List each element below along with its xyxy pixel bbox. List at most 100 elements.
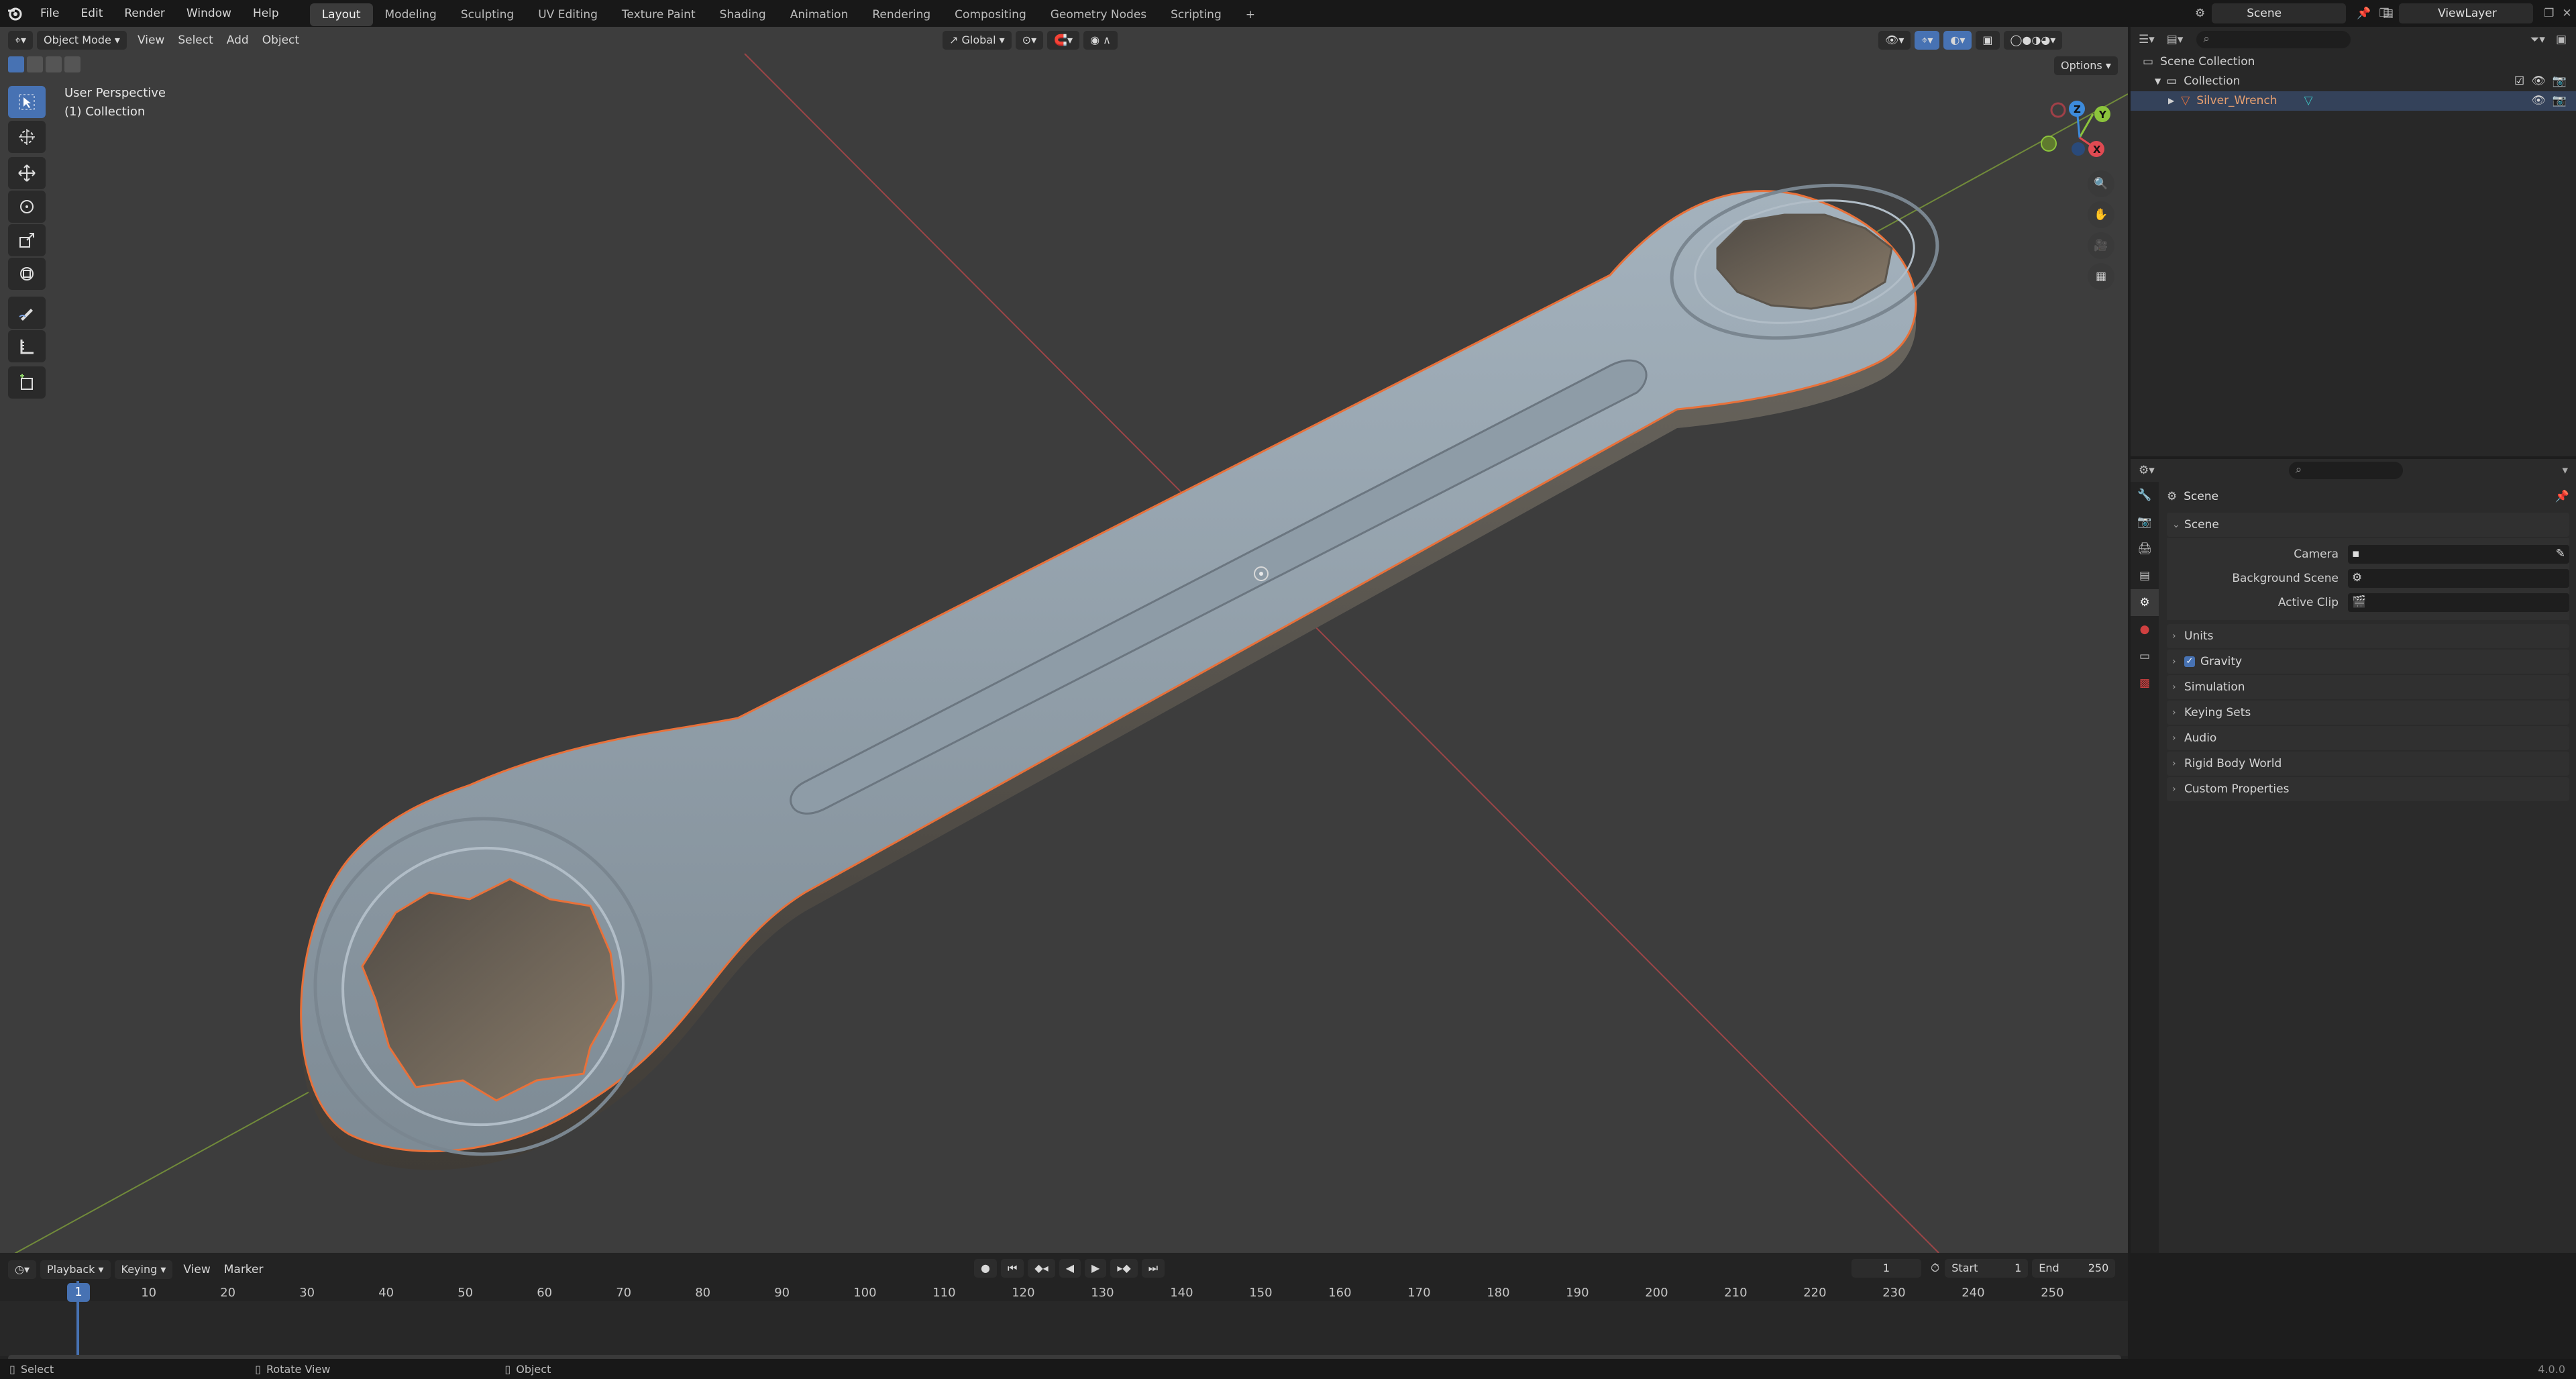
view-layer-name[interactable]: ViewLayer [2399, 3, 2534, 23]
exclude-checkbox-icon[interactable]: ☑ [2514, 72, 2524, 91]
menu-render[interactable]: Render [113, 0, 176, 27]
prev-keyframe-icon[interactable]: ◆◂ [1028, 1259, 1055, 1278]
add-workspace-icon[interactable]: + [1234, 3, 1267, 26]
play-icon[interactable]: ▶ [1085, 1259, 1107, 1278]
select-new-icon[interactable] [8, 56, 24, 72]
options-dropdown[interactable]: Options ▾ [2054, 56, 2122, 75]
viewport-menu-select[interactable]: Select [171, 31, 219, 50]
tab-output-icon[interactable]: 🖨 [2131, 535, 2159, 562]
jump-start-icon[interactable]: ⏮ [1000, 1259, 1024, 1278]
new-view-layer-icon[interactable]: ❐ [2544, 7, 2554, 20]
gravity-checkbox-icon[interactable]: ✓ [2184, 656, 2195, 667]
tab-texture-paint[interactable]: Texture Paint [610, 3, 708, 26]
visibility-eye-icon[interactable]: 👁 [2531, 91, 2546, 111]
menu-window[interactable]: Window [176, 0, 242, 27]
panel-keying-sets[interactable]: › Keying Sets [2167, 701, 2569, 725]
visibility-eye-icon[interactable]: 👁 [2531, 72, 2546, 91]
timeline-editor-icon[interactable]: ◷▾ [8, 1260, 36, 1279]
tab-modeling[interactable]: Modeling [373, 3, 449, 26]
play-reverse-icon[interactable]: ◀ [1059, 1259, 1081, 1278]
render-camera-icon[interactable]: 📷 [2553, 91, 2567, 111]
tab-texture-icon[interactable]: ▩ [2131, 670, 2159, 697]
display-mode-icon[interactable]: ▤▾ [2167, 33, 2184, 46]
outliner-row-collection[interactable]: ▼ ▭ Collection ☑ 👁 📷 [2131, 72, 2576, 91]
expand-arrow-icon[interactable]: ▶ [2168, 91, 2174, 111]
outliner-search[interactable]: ⌕ [2196, 31, 2351, 48]
properties-editor-icon[interactable]: ⚙▾ [2139, 464, 2155, 477]
camera-field[interactable]: ▪ ✎ [2348, 545, 2569, 564]
panel-gravity[interactable]: › ✓ Gravity [2167, 650, 2569, 674]
panel-scene-header[interactable]: ⌄ Scene [2167, 513, 2569, 537]
viewport-menu-object[interactable]: Object [256, 31, 306, 50]
scene-name[interactable]: Scene [2212, 3, 2347, 23]
tab-uv-editing[interactable]: UV Editing [526, 3, 610, 26]
outliner-editor-icon[interactable]: ☰▾ [2139, 33, 2155, 46]
proportional-edit-icon[interactable]: ◉ ∧ [1083, 31, 1118, 50]
tab-sculpting[interactable]: Sculpting [449, 3, 526, 26]
transform-tool-icon[interactable] [8, 258, 46, 290]
next-keyframe-icon[interactable]: ▸◆ [1110, 1259, 1138, 1278]
timeline-menu-view[interactable]: View [176, 1260, 217, 1279]
tab-scene-icon[interactable]: ⚙ [2131, 589, 2159, 616]
blender-logo-icon[interactable] [0, 0, 30, 27]
panel-simulation[interactable]: › Simulation [2167, 675, 2569, 699]
rotate-tool-icon[interactable] [8, 191, 46, 223]
overlay-toggle-icon[interactable]: ◐▾ [1943, 31, 1972, 50]
pin-icon[interactable]: 📌 [2357, 7, 2371, 20]
keying-menu[interactable]: Keying ▾ [114, 1260, 173, 1279]
tab-scripting[interactable]: Scripting [1159, 3, 1234, 26]
editor-type-icon[interactable]: ⌖▾ [8, 31, 34, 50]
add-cube-tool-icon[interactable] [8, 366, 46, 399]
tab-tool-icon[interactable]: 🔧 [2131, 482, 2159, 509]
scene-selector[interactable]: ⚙ Scene 📌 ❐ ✕ [2195, 3, 2407, 24]
pivot-icon[interactable]: ⊙▾ [1015, 31, 1044, 50]
shading-modes-icon[interactable]: ◯●◑◕▾ [2003, 31, 2063, 50]
properties-search[interactable]: ⌕ [2288, 462, 2403, 479]
view-layer-selector[interactable]: ▤ ViewLayer ❐ ✕ [2383, 3, 2572, 24]
scale-tool-icon[interactable] [8, 224, 46, 256]
timeline-menu-marker[interactable]: Marker [217, 1260, 270, 1279]
snap-icon[interactable]: 🧲▾ [1047, 31, 1080, 50]
tab-geometry-nodes[interactable]: Geometry Nodes [1038, 3, 1159, 26]
tab-rendering[interactable]: Rendering [860, 3, 943, 26]
end-frame-field[interactable]: End 250 [2032, 1259, 2116, 1278]
current-frame-field[interactable]: 1 [1851, 1259, 1921, 1278]
pin-icon[interactable]: 📌 [2555, 490, 2569, 503]
outliner-row-silver-wrench[interactable]: ▶ ▽ Silver_Wrench ▽ 👁 📷 [2131, 91, 2576, 111]
outliner-row-scene-collection[interactable]: ▭ Scene Collection [2131, 52, 2576, 72]
eyedropper-icon[interactable]: ✎ [2556, 547, 2565, 560]
select-intersect-icon[interactable] [64, 56, 80, 72]
3d-viewport[interactable] [0, 27, 2128, 1253]
pan-hand-icon[interactable]: ✋ [2088, 201, 2114, 228]
measure-tool-icon[interactable] [8, 330, 46, 362]
panel-custom-properties[interactable]: › Custom Properties [2167, 777, 2569, 801]
navigation-gizmo[interactable]: Z Y X [2039, 94, 2127, 168]
panel-audio[interactable]: › Audio [2167, 726, 2569, 750]
camera-view-icon[interactable]: 🎥 [2088, 232, 2114, 259]
active-clip-field[interactable]: 🎬 [2348, 593, 2569, 612]
tab-layout[interactable]: Layout [309, 3, 373, 26]
tab-shading[interactable]: Shading [708, 3, 778, 26]
viewport-menu-add[interactable]: Add [220, 31, 256, 50]
tab-render-icon[interactable]: 📷 [2131, 509, 2159, 535]
viewport-menu-view[interactable]: View [131, 31, 171, 50]
gizmo-toggle-icon[interactable]: ⌖▾ [1915, 31, 1940, 50]
tab-view-layer-icon[interactable]: ▤ [2131, 562, 2159, 589]
timeline-track-area[interactable] [0, 1301, 2128, 1356]
menu-help[interactable]: Help [242, 0, 290, 27]
panel-units[interactable]: › Units [2167, 624, 2569, 648]
expand-arrow-icon[interactable]: ▼ [2155, 72, 2161, 91]
panel-collapse-icon[interactable]: ▾ [2562, 464, 2568, 477]
tab-collection-icon[interactable]: ▭ [2131, 643, 2159, 670]
delete-view-layer-icon[interactable]: ✕ [2562, 7, 2571, 20]
new-collection-icon[interactable]: ▣ [2556, 33, 2567, 46]
orientation-dropdown[interactable]: ↗ Global ▾ [943, 31, 1012, 50]
background-scene-field[interactable]: ⚙ [2348, 569, 2569, 588]
record-icon[interactable]: ● [974, 1259, 997, 1278]
annotate-tool-icon[interactable] [8, 297, 46, 329]
select-box-tool-icon[interactable] [8, 86, 46, 118]
zoom-icon[interactable]: 🔍 [2088, 170, 2114, 197]
menu-edit[interactable]: Edit [70, 0, 113, 27]
stopwatch-icon[interactable]: ⏱ [1931, 1262, 1939, 1275]
tab-animation[interactable]: Animation [778, 3, 861, 26]
